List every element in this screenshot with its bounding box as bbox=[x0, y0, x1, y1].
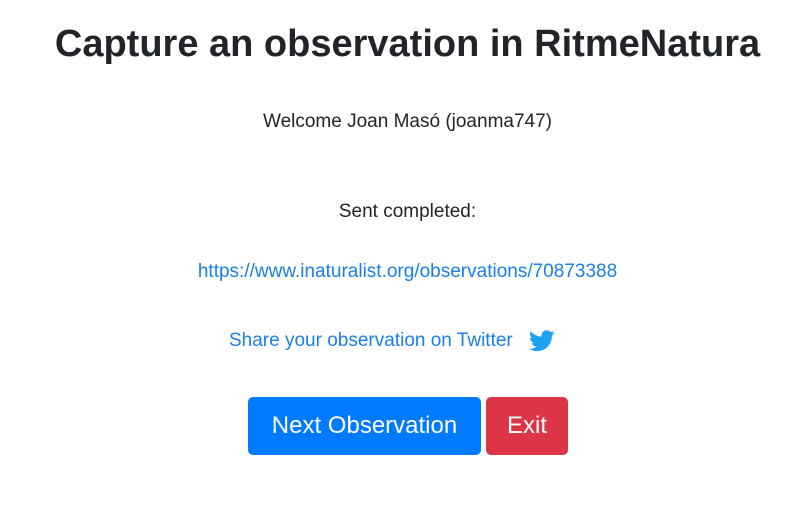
next-observation-button[interactable]: Next Observation bbox=[248, 397, 481, 455]
observation-link-container: https://www.inaturalist.org/observations… bbox=[0, 260, 805, 284]
exit-button[interactable]: Exit bbox=[486, 397, 568, 455]
sent-completed-label: Sent completed: bbox=[338, 201, 477, 222]
share-twitter: Share your observation on Twitter bbox=[229, 327, 555, 355]
welcome-text: Welcome Joan Masó (joanma747) bbox=[262, 111, 552, 132]
observation-link[interactable]: https://www.inaturalist.org/observations… bbox=[198, 261, 617, 282]
twitter-icon[interactable] bbox=[528, 329, 555, 353]
page: Capture an observation in RitmeNatura We… bbox=[0, 0, 805, 507]
share-twitter-link[interactable]: Share your observation on Twitter bbox=[229, 329, 513, 353]
page-title: Capture an observation in RitmeNatura bbox=[54, 23, 761, 65]
